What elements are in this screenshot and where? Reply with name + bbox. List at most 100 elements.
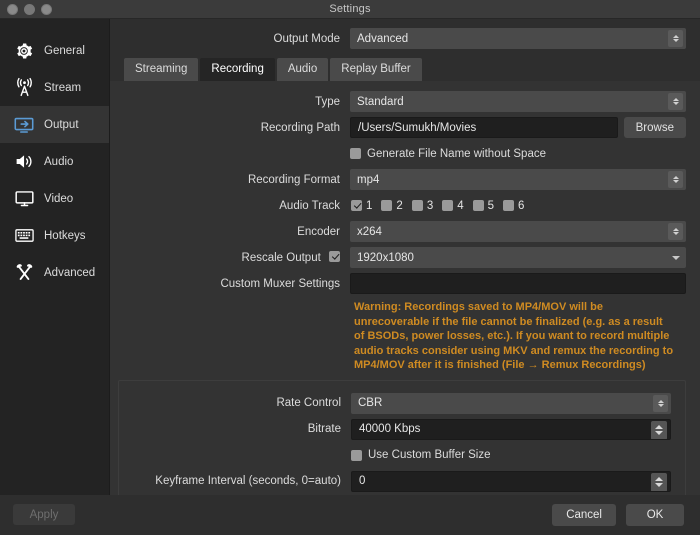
custom-buffer-label: Use Custom Buffer Size <box>368 449 491 461</box>
output-mode-row: Output Mode Advanced <box>110 19 700 56</box>
tab-bar: Streaming Recording Audio Replay Buffer <box>110 56 700 81</box>
tab-replay-buffer[interactable]: Replay Buffer <box>330 58 422 81</box>
tab-streaming[interactable]: Streaming <box>124 58 199 81</box>
title-bar: Settings <box>0 0 700 19</box>
keyframe-interval-input[interactable]: 0 <box>351 470 671 492</box>
settings-window: Settings General Stream Output Audio Vid… <box>0 0 700 535</box>
sidebar-item-stream[interactable]: Stream <box>0 69 109 106</box>
sidebar-item-audio[interactable]: Audio <box>0 143 109 180</box>
sidebar-item-label: Advanced <box>44 266 96 279</box>
audio-track-4[interactable]: 4 <box>442 200 464 212</box>
custom-buffer-row: Use Custom Buffer Size <box>119 445 671 466</box>
bitrate-value: 40000 Kbps <box>359 423 421 435</box>
bitrate-row: Bitrate 40000 Kbps <box>119 418 671 440</box>
rate-control-select[interactable]: CBR <box>351 392 671 414</box>
audio-track-field: 1 2 3 4 5 6 <box>350 200 686 212</box>
recording-path-label: Recording Path <box>260 121 340 134</box>
sidebar-item-output[interactable]: Output <box>0 106 109 143</box>
recording-format-value: mp4 <box>357 173 380 186</box>
cancel-button[interactable]: Cancel <box>552 504 616 526</box>
recording-path-row: Recording Path /Users/Sumukh/Movies Brow… <box>110 117 686 138</box>
spinner-icon[interactable] <box>668 223 683 240</box>
spinner-icon[interactable] <box>668 171 683 188</box>
recording-panel: Type Standard Recording Path /Users/Sumu… <box>110 81 700 495</box>
rescale-output-value: 1920x1080 <box>357 251 414 264</box>
type-value: Standard <box>357 95 404 108</box>
gear-icon <box>13 40 35 62</box>
recording-format-label: Recording Format <box>247 173 340 186</box>
keyframe-interval-row: Keyframe Interval (seconds, 0=auto) 0 <box>119 470 671 492</box>
monitor-icon <box>13 188 35 210</box>
recording-path-input[interactable]: /Users/Sumukh/Movies <box>350 117 618 138</box>
checkbox-icon[interactable] <box>381 200 393 211</box>
audio-track-2[interactable]: 2 <box>381 200 403 212</box>
audio-track-3-label: 3 <box>426 199 434 212</box>
bitrate-input[interactable]: 40000 Kbps <box>351 418 671 440</box>
sidebar-item-label: Audio <box>44 155 74 168</box>
keyframe-interval-label: Keyframe Interval (seconds, 0=auto) <box>155 475 341 487</box>
rescale-output-select[interactable]: 1920x1080 <box>350 247 686 268</box>
checkbox-icon[interactable] <box>442 200 454 211</box>
audio-track-6[interactable]: 6 <box>503 200 524 212</box>
sidebar-item-general[interactable]: General <box>0 32 109 69</box>
sidebar-item-hotkeys[interactable]: Hotkeys <box>0 217 109 254</box>
type-label: Type <box>315 95 340 108</box>
spinner-icon[interactable] <box>668 30 683 47</box>
type-field: Standard <box>350 91 686 112</box>
custom-buffer-field: Use Custom Buffer Size <box>351 449 671 461</box>
sidebar-item-label: Hotkeys <box>44 229 86 242</box>
tab-audio[interactable]: Audio <box>276 58 329 81</box>
ok-button[interactable]: OK <box>626 504 684 526</box>
sidebar-item-video[interactable]: Video <box>0 180 109 217</box>
encoder-settings-group: Rate Control CBR Bitrate 40000 Kbps Use … <box>118 379 686 495</box>
recording-format-select[interactable]: mp4 <box>350 169 686 190</box>
encoder-label: Encoder <box>297 225 340 238</box>
window-title: Settings <box>329 3 371 15</box>
tab-recording[interactable]: Recording <box>200 58 275 81</box>
browse-button[interactable]: Browse <box>623 117 686 138</box>
rescale-checkbox-icon[interactable] <box>329 251 340 262</box>
audio-track-1[interactable]: 1 <box>351 200 372 212</box>
rate-control-row: Rate Control CBR <box>119 392 671 414</box>
output-mode-select[interactable]: Advanced <box>350 28 686 49</box>
apply-button[interactable]: Apply <box>13 504 75 525</box>
spinner-icon[interactable] <box>668 93 683 110</box>
rescale-output-label-text: Rescale Output <box>241 252 321 264</box>
custom-muxer-input[interactable] <box>350 273 686 294</box>
checkbox-icon[interactable] <box>351 449 362 461</box>
mp4-warning-text: Warning: Recordings saved to MP4/MOV wil… <box>354 301 674 371</box>
keyframe-stepper[interactable] <box>651 472 667 491</box>
sidebar-item-advanced[interactable]: Advanced <box>0 254 109 291</box>
rate-control-field: CBR <box>351 392 671 414</box>
type-row: Type Standard <box>110 91 686 112</box>
generate-filename-field: Generate File Name without Space <box>350 148 686 160</box>
custom-muxer-row: Custom Muxer Settings <box>110 273 686 294</box>
checkbox-icon[interactable] <box>411 200 423 211</box>
output-monitor-icon <box>13 114 35 136</box>
keyframe-interval-value: 0 <box>359 475 366 487</box>
sidebar-item-label: Output <box>44 118 79 131</box>
checkbox-icon[interactable] <box>350 148 361 159</box>
sidebar-item-label: Video <box>44 192 74 205</box>
custom-buffer-checkbox-row[interactable]: Use Custom Buffer Size <box>351 449 491 461</box>
encoder-select[interactable]: x264 <box>350 221 686 242</box>
checkbox-icon[interactable] <box>351 200 362 211</box>
bitrate-stepper[interactable] <box>651 420 667 439</box>
chevron-down-icon[interactable] <box>668 249 683 266</box>
sidebar-item-label: Stream <box>44 81 82 94</box>
rescale-output-row: Rescale Output 1920x1080 <box>110 247 686 268</box>
generate-filename-checkbox-row[interactable]: Generate File Name without Space <box>350 148 546 160</box>
checkbox-icon[interactable] <box>503 200 515 211</box>
spinner-icon[interactable] <box>653 394 668 412</box>
settings-sidebar: General Stream Output Audio Video Hotkey… <box>0 19 110 495</box>
footer-actions: Cancel OK <box>552 504 684 526</box>
type-select[interactable]: Standard <box>350 91 686 112</box>
audio-track-1-label: 1 <box>366 199 373 212</box>
encoder-row: Encoder x264 <box>110 221 686 242</box>
audio-track-3[interactable]: 3 <box>411 199 434 212</box>
broadcast-icon <box>13 77 35 99</box>
checkbox-icon[interactable] <box>472 200 484 211</box>
encoder-field: x264 <box>350 221 686 242</box>
generate-filename-row: Generate File Name without Space <box>110 143 686 164</box>
audio-track-5[interactable]: 5 <box>472 200 494 212</box>
